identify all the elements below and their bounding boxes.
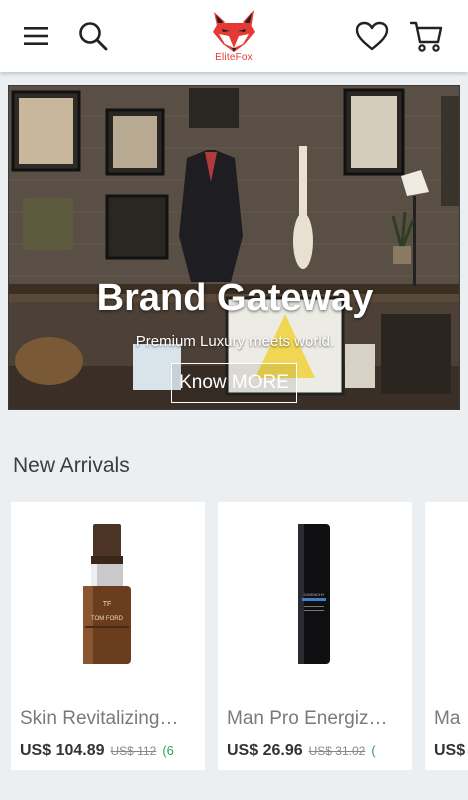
product-discount: (6 xyxy=(162,743,174,758)
product-price: US$ 104.89 xyxy=(20,742,105,759)
product-prices: US$ xyxy=(434,742,468,760)
product-image: GIVENCHY xyxy=(298,524,330,664)
product-old-price: US$ 31.02 xyxy=(308,744,366,758)
product-name: Skin Revitalizing… xyxy=(20,708,179,729)
product-card[interactable]: Ma US$ xyxy=(425,502,468,770)
heart-icon[interactable] xyxy=(352,16,392,56)
fox-logo-icon xyxy=(213,10,255,52)
hero-background-image xyxy=(9,86,459,409)
product-price: US$ 26.96 xyxy=(227,742,303,759)
app-header: EliteFox xyxy=(0,0,468,72)
product-price: US$ xyxy=(434,742,466,759)
product-image: TF TOM FORD xyxy=(83,524,131,664)
search-icon[interactable] xyxy=(73,16,113,56)
product-prices: US$ 26.96 US$ 31.02 ( xyxy=(227,742,412,760)
hero-subtitle: Premium Luxury meets world. xyxy=(135,333,335,350)
product-prices: US$ 104.89 US$ 112 (6 xyxy=(20,742,205,760)
know-more-button[interactable]: Know MORE xyxy=(171,363,297,403)
product-discount: ( xyxy=(371,743,376,758)
product-card[interactable]: TF TOM FORD Skin Revitalizing… US$ 104.8… xyxy=(11,502,205,770)
svg-text:GIVENCHY: GIVENCHY xyxy=(304,592,325,597)
hero-title: Brand Gateway xyxy=(96,277,374,319)
new-arrivals-heading: New Arrivals xyxy=(13,454,130,477)
product-image xyxy=(425,502,468,692)
product-name: Ma xyxy=(434,708,461,729)
brand-logo[interactable]: EliteFox xyxy=(205,8,263,66)
svg-text:TF: TF xyxy=(103,601,112,608)
brand-name: EliteFox xyxy=(215,52,253,63)
hero-banner[interactable]: Brand Gateway Premium Luxury meets world… xyxy=(8,85,460,410)
product-name: Man Pro Energiz… xyxy=(227,708,388,729)
hamburger-menu-icon[interactable] xyxy=(17,16,57,56)
product-old-price: US$ 112 xyxy=(110,744,157,758)
cart-icon[interactable] xyxy=(406,16,446,56)
svg-text:TOM FORD: TOM FORD xyxy=(91,616,124,622)
product-card[interactable]: GIVENCHY Man Pro Energiz… US$ 26.96 US$ 3… xyxy=(218,502,412,770)
